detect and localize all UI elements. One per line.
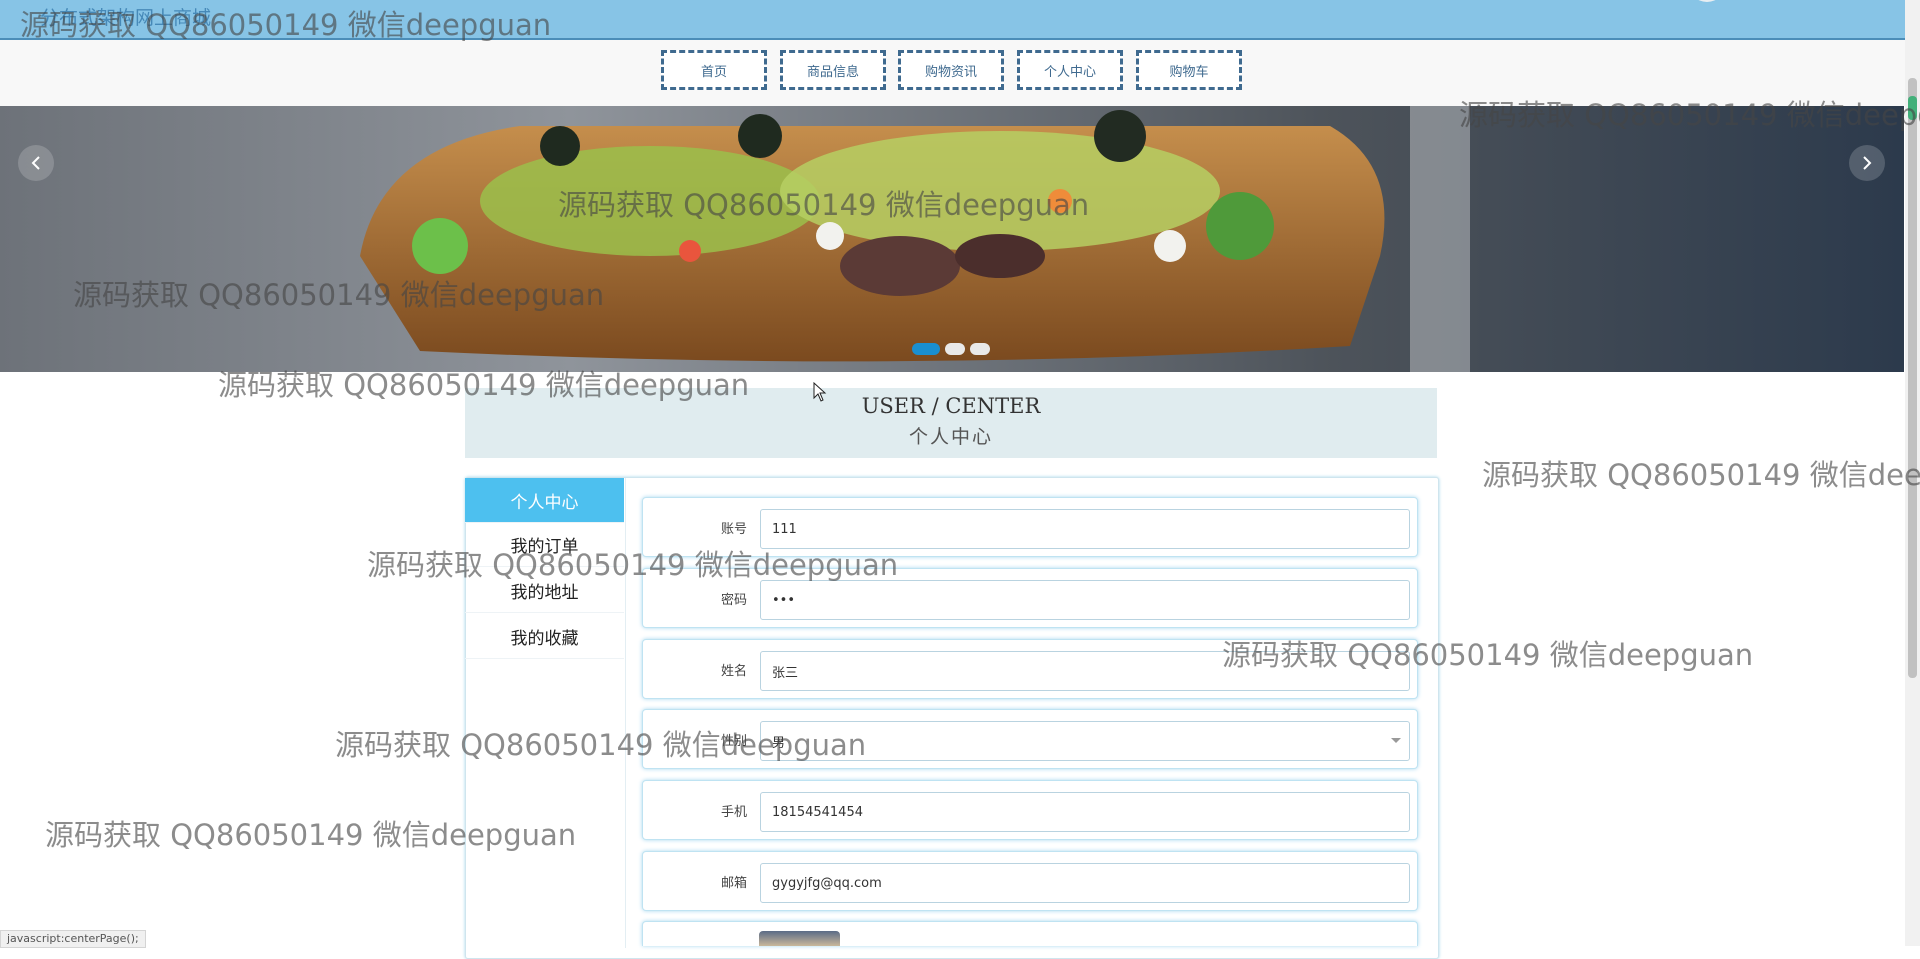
avatar-thumbnail[interactable] [759,931,840,946]
account-input[interactable] [760,509,1410,549]
form-row-phone: 手机 [642,780,1418,840]
banner-carousel[interactable] [0,106,1904,372]
name-label: 姓名 [720,664,747,679]
nav-cart[interactable]: 购物车 [1136,50,1242,90]
mouse-cursor-icon [813,382,827,402]
form-row-email: 邮箱 [642,851,1418,911]
carousel-dot-2[interactable] [945,343,965,355]
sidebar-item-address[interactable]: 我的地址 [465,568,624,613]
browser-status-bar: javascript:centerPage(); [0,930,146,948]
chevron-left-icon [31,156,40,170]
carousel-prev-button[interactable] [18,145,54,181]
carousel-dot-1[interactable] [912,343,940,355]
sidebar-item-favorites[interactable]: 我的收藏 [465,614,624,659]
chevron-down-icon [1391,738,1401,743]
password-input[interactable] [760,580,1410,620]
phone-label: 手机 [720,805,747,820]
sidebar-item-user-center[interactable]: 个人中心 [465,478,624,523]
section-title-en: USER / CENTER [861,394,1041,418]
user-avatar-icon[interactable] [1688,0,1726,2]
watermark: 源码获取 QQ86050149 微信deepguan [1482,458,1920,492]
sidebar-item-orders[interactable]: 我的订单 [465,522,624,567]
carousel-next-button[interactable] [1849,145,1885,181]
main-nav: 首页 商品信息 购物资讯 个人中心 购物车 [0,40,1920,106]
password-label: 密码 [720,593,747,608]
nav-home[interactable]: 首页 [661,50,767,90]
email-label: 邮箱 [720,876,747,891]
nav-news[interactable]: 购物资讯 [898,50,1004,90]
nav-user-center[interactable]: 个人中心 [1017,50,1123,90]
phone-input[interactable] [760,792,1410,832]
section-header: USER / CENTER 个人中心 [465,388,1437,458]
section-title-zh: 个人中心 [908,426,993,448]
form-row-gender: 性别 [642,709,1418,769]
scroll-indicator [1908,96,1917,120]
banner-image [0,106,1904,372]
scrollbar-thumb[interactable] [1908,78,1917,678]
gender-label: 性别 [720,734,747,749]
site-title: 分布式架构网上商城 [40,7,212,29]
user-sidebar: 个人中心 我的订单 我的地址 我的收藏 [465,478,626,948]
email-input[interactable] [760,863,1410,903]
gender-select[interactable] [760,721,1410,761]
name-input[interactable] [760,651,1410,691]
top-bar: 分布式架构网上商城 [0,0,1920,40]
form-row-password: 密码 [642,568,1418,628]
nav-products[interactable]: 商品信息 [780,50,886,90]
account-label: 账号 [720,522,747,537]
form-row-name: 姓名 [642,639,1418,699]
carousel-dot-3[interactable] [970,343,990,355]
form-row-account: 账号 [642,497,1418,557]
chevron-right-icon [1863,156,1872,170]
